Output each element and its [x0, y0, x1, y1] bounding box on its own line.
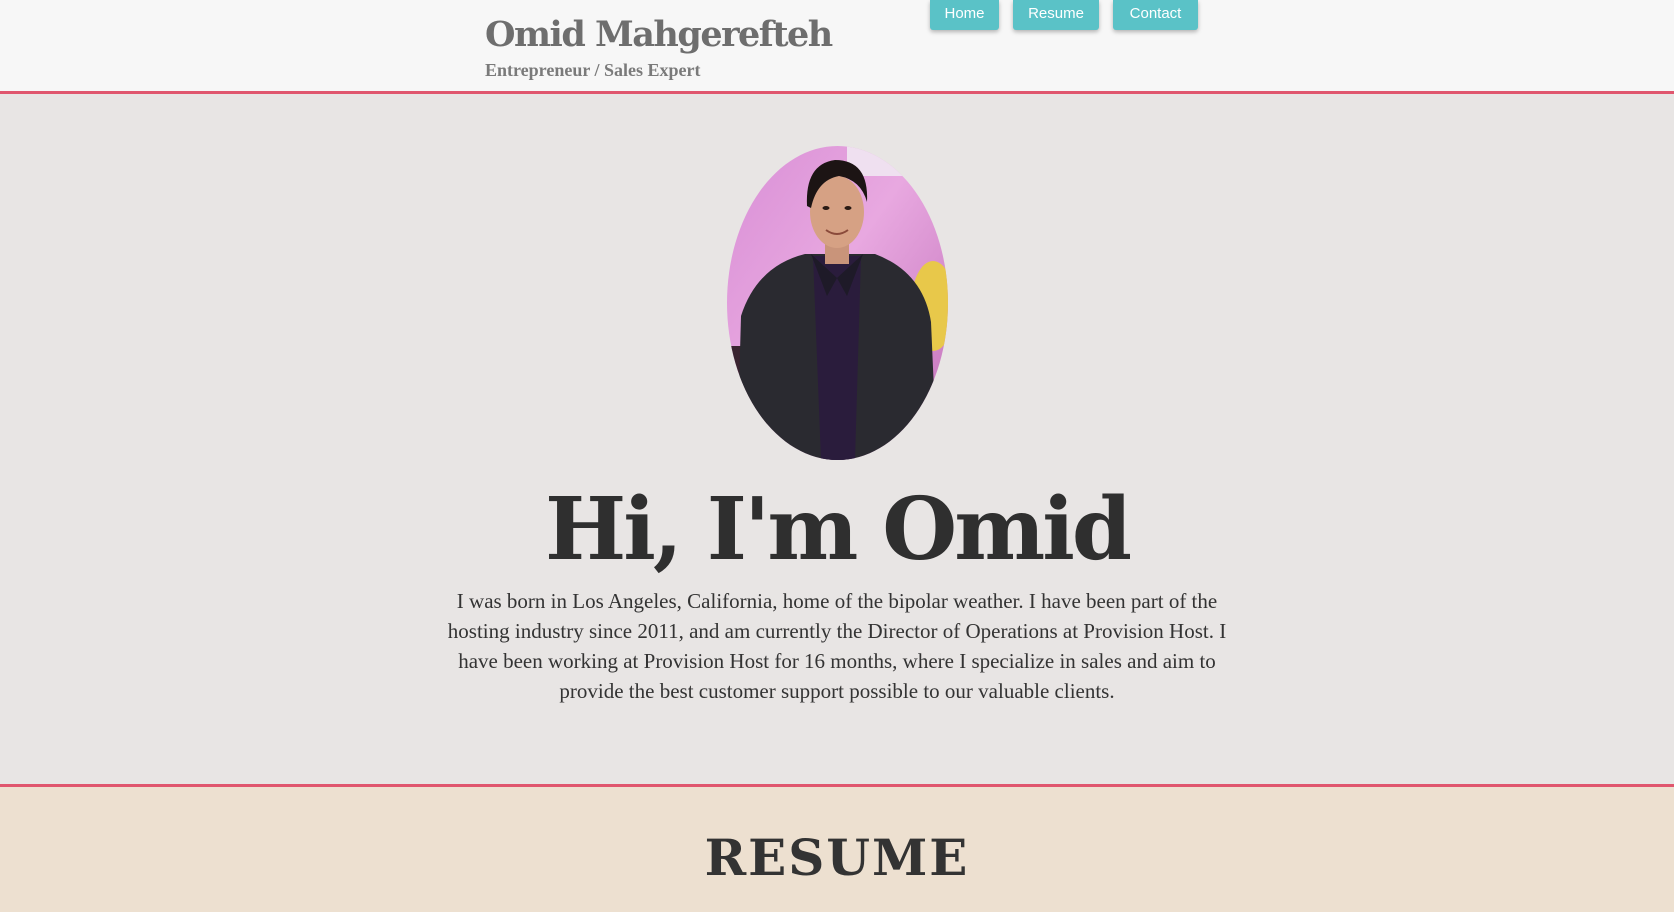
site-header: Omid Mahgerefteh Entrepreneur / Sales Ex…	[0, 0, 1674, 94]
nav-contact-button[interactable]: Contact	[1113, 0, 1198, 30]
site-title[interactable]: Omid Mahgerefteh	[485, 14, 833, 55]
site-tagline: Entrepreneur / Sales Expert	[485, 60, 701, 80]
hero-section: Hi, I'm Omid I was born in Los Angeles, …	[0, 94, 1674, 787]
hero-heading: Hi, I'm Omid	[544, 479, 1132, 580]
nav-home-button[interactable]: Home	[930, 0, 999, 30]
profile-photo	[727, 146, 948, 460]
hero-bio: I was born in Los Angeles, California, h…	[447, 589, 1227, 703]
resume-heading: RESUME	[704, 828, 970, 887]
nav-resume-button[interactable]: Resume	[1013, 0, 1099, 30]
